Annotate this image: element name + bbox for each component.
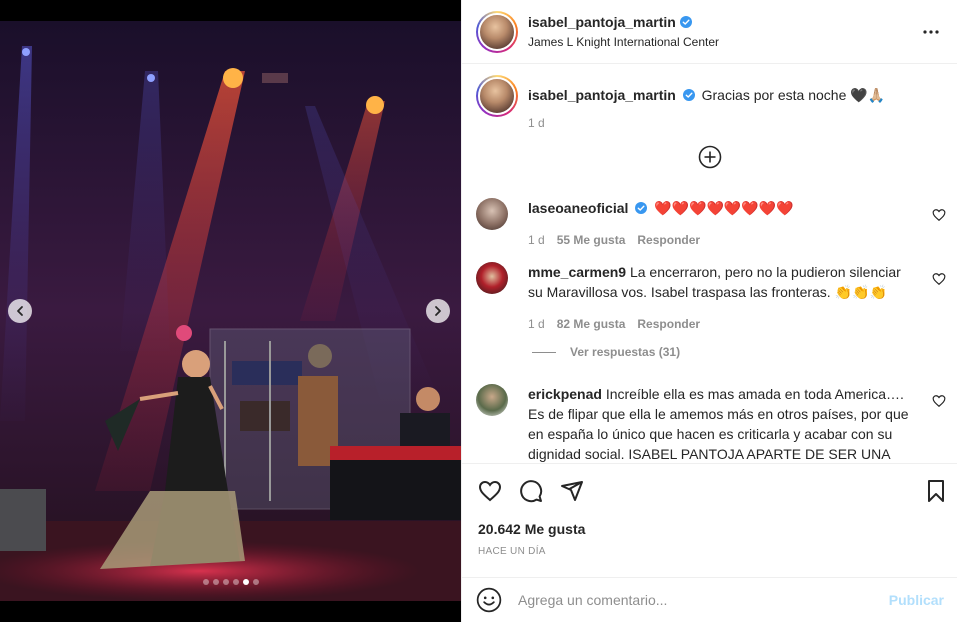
carousel-indicator [0, 579, 461, 585]
add-circle-icon[interactable] [698, 145, 722, 169]
post-details-panel: isabel_pantoja_martin James L Knight Int… [461, 0, 957, 622]
reply-button[interactable]: Responder [637, 314, 700, 334]
commenter-username[interactable]: laseoaneoficial [528, 200, 628, 216]
carousel-prev-button[interactable] [8, 299, 32, 323]
carousel-dot [212, 579, 219, 585]
share-icon[interactable] [560, 479, 584, 503]
post-location[interactable]: James L Knight International Center [528, 35, 719, 49]
chevron-right-icon [435, 306, 441, 316]
carousel-dot [232, 579, 239, 585]
comment-likes[interactable]: 55 Me gusta [557, 230, 626, 250]
post-modal: isabel_pantoja_martin James L Knight Int… [0, 0, 957, 622]
carousel-dot [202, 579, 209, 585]
author-username-text[interactable]: isabel_pantoja_martin [528, 14, 676, 30]
comments-list: isabel_pantoja_martin Gracias por esta n… [462, 65, 957, 463]
heart-icon[interactable] [932, 272, 946, 286]
heart-icon[interactable] [932, 394, 946, 408]
more-options-icon [923, 30, 939, 34]
reply-button[interactable]: Responder [637, 230, 700, 250]
commenter-avatar[interactable] [476, 384, 508, 416]
caption-username[interactable]: isabel_pantoja_martin [528, 87, 676, 103]
heart-icon[interactable] [478, 479, 502, 503]
post-header: isabel_pantoja_martin James L Knight Int… [462, 0, 957, 64]
comment-item: erickpenad Increíble ella es mas amada e… [476, 384, 946, 463]
view-replies-button[interactable]: Ver respuestas (31) [532, 345, 680, 359]
carousel-next-button[interactable] [426, 299, 450, 323]
comment-icon[interactable] [519, 479, 543, 503]
media-panel [0, 0, 461, 622]
commenter-username[interactable]: mme_carmen9 [528, 264, 626, 280]
comment-likes[interactable]: 82 Me gusta [557, 314, 626, 334]
replies-divider [532, 351, 556, 353]
post-photo [0, 21, 461, 601]
comment-item: mme_carmen9 La encerraron, pero no la pu… [476, 262, 946, 334]
commenter-avatar[interactable] [476, 262, 508, 294]
bookmark-icon[interactable] [924, 479, 948, 503]
caption-avatar[interactable] [476, 75, 518, 117]
commenter-avatar[interactable] [476, 198, 508, 230]
comment-input[interactable] [518, 592, 889, 608]
publish-button[interactable]: Publicar [889, 592, 944, 608]
heart-icon[interactable] [932, 208, 946, 222]
post-actions: 20.642 Me gusta HACE UN DÍA [462, 463, 957, 583]
commenter-username[interactable]: erickpenad [528, 386, 602, 402]
post-caption: isabel_pantoja_martin Gracias por esta n… [462, 65, 957, 130]
likes-count[interactable]: 20.642 Me gusta [478, 521, 585, 537]
comment-age[interactable]: 1 d [528, 314, 545, 334]
carousel-dot [242, 579, 249, 585]
view-replies-label[interactable]: Ver respuestas (31) [570, 345, 680, 359]
verified-badge-icon [635, 202, 648, 214]
more-options-button[interactable] [919, 20, 943, 44]
comment-age[interactable]: 1 d [528, 230, 545, 250]
caption-text: Gracias por esta noche 🖤🙏🏼 [701, 87, 886, 103]
comment-text: ❤️❤️❤️❤️❤️❤️❤️❤️ [654, 200, 794, 216]
concert-stage-image [0, 21, 461, 601]
comment-item: laseoaneoficial ❤️❤️❤️❤️❤️❤️❤️❤️ 1 d 55 … [476, 198, 946, 250]
verified-badge-icon [679, 16, 692, 28]
emoji-icon[interactable] [476, 587, 502, 613]
carousel-dot [252, 579, 259, 585]
carousel-dot [222, 579, 229, 585]
comment-composer: Publicar [462, 577, 957, 622]
caption-age[interactable]: 1 d [528, 116, 545, 130]
author-avatar[interactable] [476, 10, 518, 53]
post-time[interactable]: HACE UN DÍA [478, 546, 546, 557]
author-username[interactable]: isabel_pantoja_martin [528, 14, 692, 30]
chevron-left-icon [17, 306, 23, 316]
verified-badge-icon [682, 89, 695, 101]
